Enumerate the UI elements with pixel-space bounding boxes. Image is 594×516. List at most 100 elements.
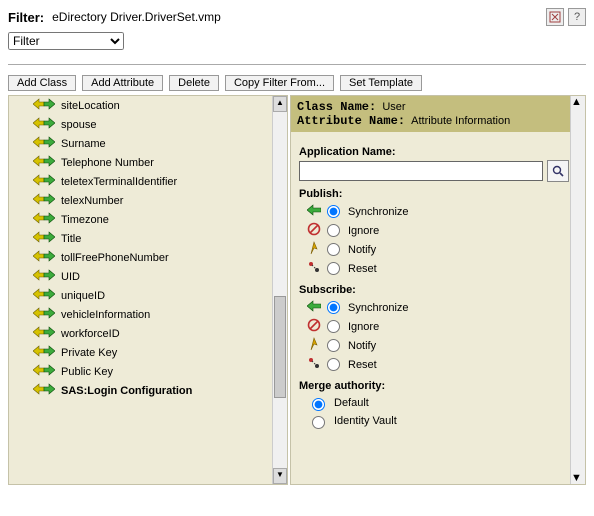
- sync-icon: [33, 364, 55, 379]
- tree-item-label: uniqueID: [61, 290, 105, 302]
- sync-icon: [33, 174, 55, 189]
- publish-notify-radio[interactable]: [327, 243, 340, 256]
- tree-item[interactable]: telexNumber: [9, 191, 287, 210]
- filter-tree: siteLocation spouse Surname Telephone Numbe…: [8, 95, 288, 485]
- application-name-input[interactable]: [299, 161, 543, 181]
- scroll-thumb[interactable]: [274, 296, 286, 398]
- option-label: Reset: [348, 263, 377, 275]
- toolbar: Add Class Add Attribute Delete Copy Filt…: [8, 75, 586, 91]
- copy-filter-from-button[interactable]: Copy Filter From...: [225, 75, 334, 91]
- sync-icon: [33, 136, 55, 151]
- tree-item-label: Title: [61, 233, 81, 245]
- tree-item[interactable]: UID: [9, 267, 287, 286]
- subscribe-option: Synchronize: [299, 298, 569, 317]
- filter-heading: Filter:: [8, 10, 44, 25]
- subscribe-option: Ignore: [299, 317, 569, 336]
- browse-button[interactable]: [547, 160, 569, 182]
- publish-ignore-radio[interactable]: [327, 224, 340, 237]
- tree-item[interactable]: Private Key: [9, 343, 287, 362]
- tree-item[interactable]: teletexTerminalIdentifier: [9, 172, 287, 191]
- tree-item[interactable]: Timezone: [9, 210, 287, 229]
- tree-item[interactable]: Public Key: [9, 362, 287, 381]
- notify-icon: [307, 337, 321, 354]
- sync-icon: [33, 307, 55, 322]
- search-icon: [552, 165, 564, 177]
- tree-item[interactable]: spouse: [9, 115, 287, 134]
- option-label: Default: [334, 397, 369, 409]
- option-label: Reset: [348, 359, 377, 371]
- scroll-up-icon[interactable]: ▲: [273, 96, 287, 112]
- tree-item-label: siteLocation: [61, 100, 120, 112]
- publish-label: Publish:: [299, 188, 569, 200]
- tree-item-label: Private Key: [61, 347, 117, 359]
- option-label: Synchronize: [348, 206, 409, 218]
- detail-pane: Class Name: User Attribute Name: Attribu…: [290, 95, 586, 485]
- set-template-button[interactable]: Set Template: [340, 75, 422, 91]
- help-icon[interactable]: ?: [568, 8, 586, 26]
- reset-icon: [307, 356, 321, 373]
- add-class-button[interactable]: Add Class: [8, 75, 76, 91]
- class-name-value: User: [382, 101, 405, 113]
- application-name-label: Application Name:: [299, 146, 569, 158]
- tree-item[interactable]: Telephone Number: [9, 153, 287, 172]
- sync-icon: [33, 383, 55, 398]
- scroll-up-icon[interactable]: ▲: [571, 96, 585, 108]
- option-label: Notify: [348, 340, 376, 352]
- scroll-down-icon[interactable]: ▼: [273, 468, 287, 484]
- tree-item-label: UID: [61, 271, 80, 283]
- tree-item-label: Telephone Number: [61, 157, 154, 169]
- subscribe-label: Subscribe:: [299, 284, 569, 296]
- attribute-name-value: Attribute Information: [411, 115, 510, 127]
- tree-item[interactable]: Surname: [9, 134, 287, 153]
- tree-item-label: Public Key: [61, 366, 113, 378]
- tree-scrollbar[interactable]: ▲ ▼: [272, 96, 287, 484]
- tree-item-label: Surname: [61, 138, 106, 150]
- subscribe-synchronize-radio[interactable]: [327, 301, 340, 314]
- subscribe-option: Reset: [299, 355, 569, 374]
- subscribe-reset-radio[interactable]: [327, 358, 340, 371]
- reset-icon: [307, 260, 321, 277]
- tree-item[interactable]: SAS:Login Configuration: [9, 381, 287, 400]
- tree-item[interactable]: Title: [9, 229, 287, 248]
- sync-icon: [33, 193, 55, 208]
- sync-icon: [33, 117, 55, 132]
- option-label: Ignore: [348, 225, 379, 237]
- tree-item-label: workforceID: [61, 328, 120, 340]
- sync-icon: [33, 231, 55, 246]
- option-label: Synchronize: [348, 302, 409, 314]
- ignore-icon: [307, 318, 321, 335]
- subscribe-ignore-radio[interactable]: [327, 320, 340, 333]
- sync-icon: [33, 288, 55, 303]
- subscribe-notify-radio[interactable]: [327, 339, 340, 352]
- detail-scrollbar[interactable]: ▲ ▼: [570, 96, 585, 484]
- scroll-down-icon[interactable]: ▼: [571, 472, 585, 484]
- tree-item[interactable]: vehicleInformation: [9, 305, 287, 324]
- add-attribute-button[interactable]: Add Attribute: [82, 75, 163, 91]
- option-label: Notify: [348, 244, 376, 256]
- tree-item[interactable]: uniqueID: [9, 286, 287, 305]
- class-name-label: Class Name:: [297, 100, 376, 114]
- tree-item[interactable]: tollFreePhoneNumber: [9, 248, 287, 267]
- merge-identity vault-radio[interactable]: [312, 416, 325, 429]
- ignore-icon: [307, 222, 321, 239]
- tool-icon[interactable]: [546, 8, 564, 26]
- sync-icon: [33, 155, 55, 170]
- subscribe-option: Notify: [299, 336, 569, 355]
- tree-item[interactable]: siteLocation: [9, 96, 287, 115]
- delete-button[interactable]: Delete: [169, 75, 219, 91]
- option-label: Identity Vault: [334, 415, 397, 427]
- merge-default-radio[interactable]: [312, 398, 325, 411]
- merge-option: Identity Vault: [299, 412, 569, 430]
- sync-icon: [33, 326, 55, 341]
- merge-authority-label: Merge authority:: [299, 380, 569, 392]
- tree-item-label: Timezone: [61, 214, 109, 226]
- separator: [8, 64, 586, 65]
- detail-header: Class Name: User Attribute Name: Attribu…: [291, 96, 585, 132]
- publish-option: Reset: [299, 259, 569, 278]
- tree-item[interactable]: workforceID: [9, 324, 287, 343]
- publish-synchronize-radio[interactable]: [327, 205, 340, 218]
- publish-reset-radio[interactable]: [327, 262, 340, 275]
- synchronize-icon: [307, 203, 321, 220]
- filter-select[interactable]: Filter: [8, 32, 124, 50]
- tree-item-label: SAS:Login Configuration: [61, 385, 192, 397]
